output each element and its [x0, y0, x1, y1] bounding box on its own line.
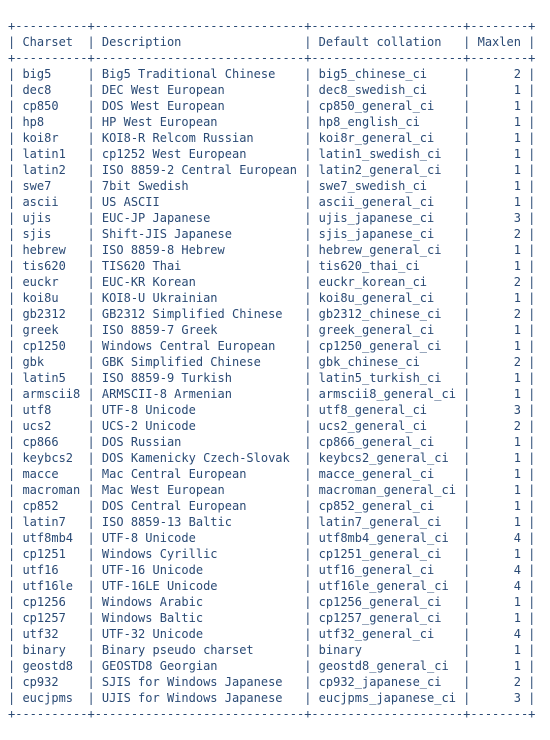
- charset-table: +----------+----------------------------…: [0, 12, 550, 728]
